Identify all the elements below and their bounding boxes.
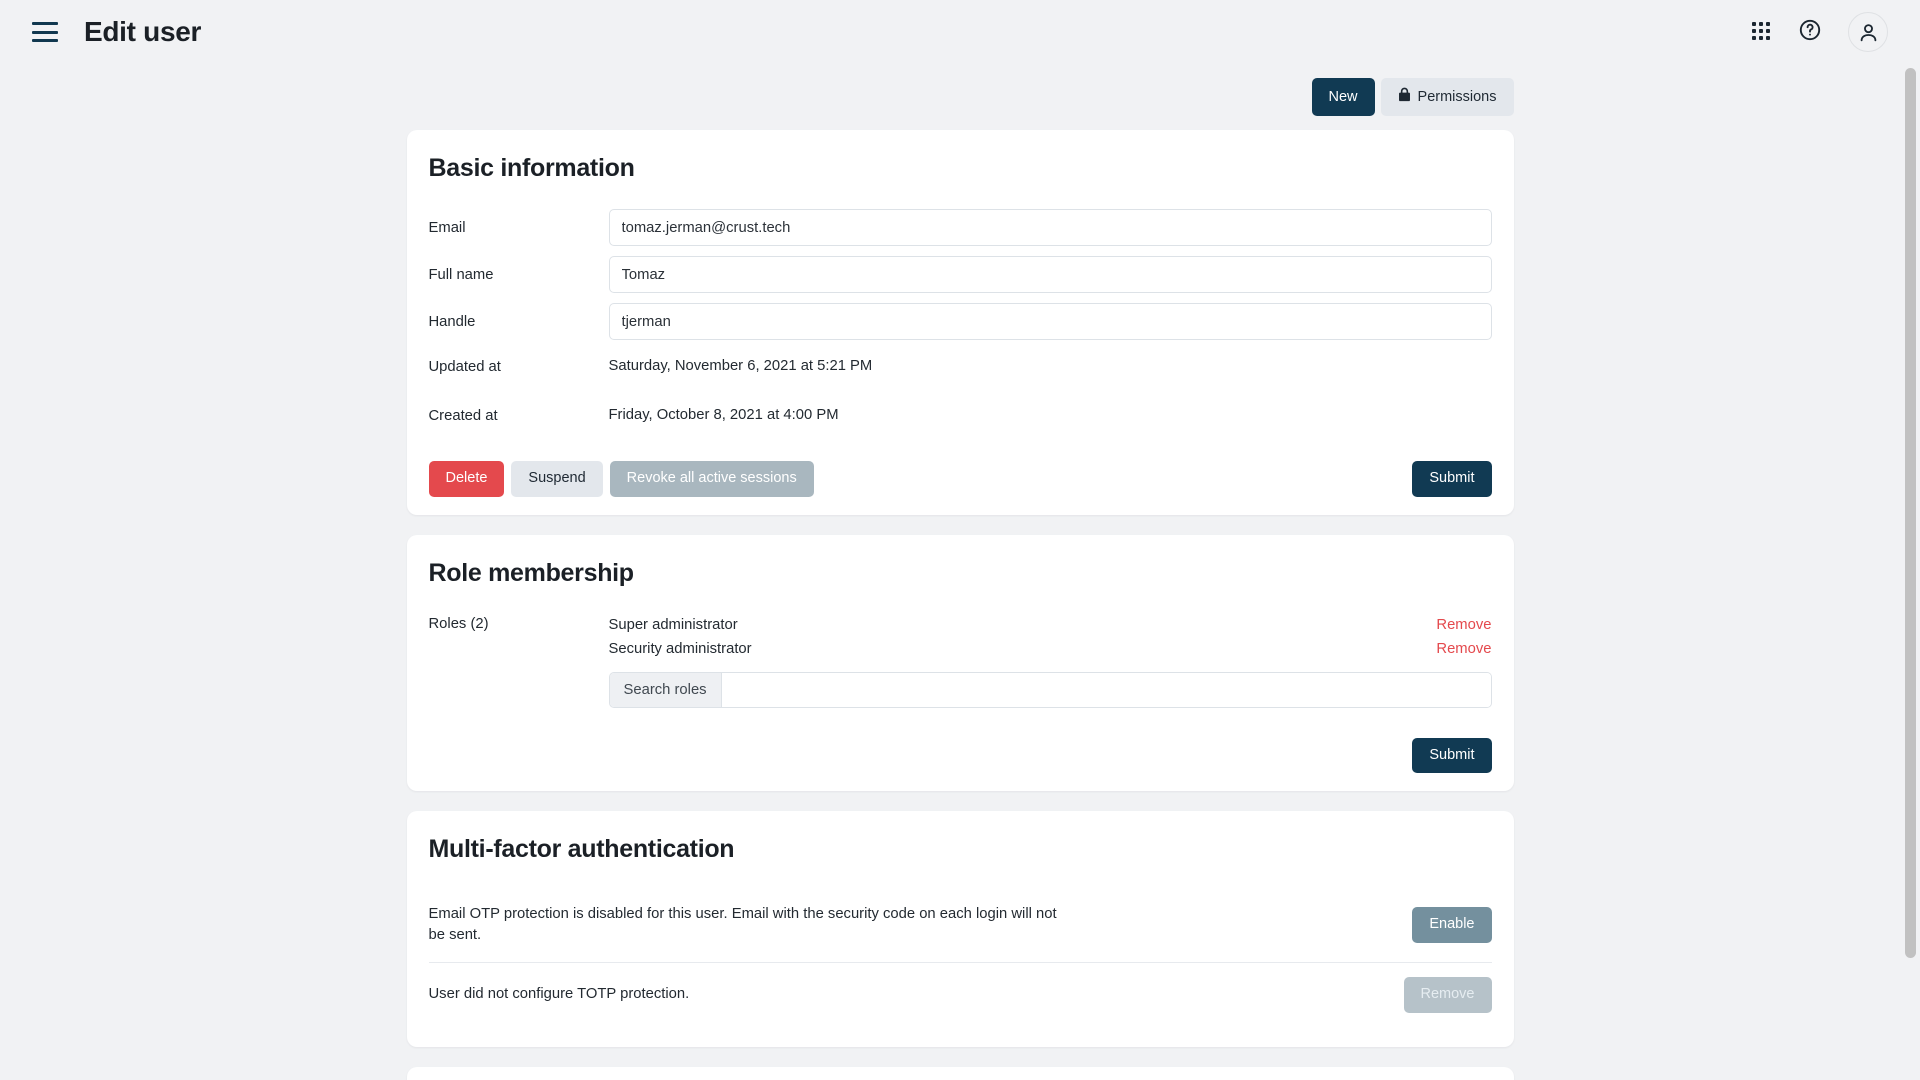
handle-row: Handle xyxy=(428,303,1492,341)
full-name-input[interactable] xyxy=(608,256,1492,294)
hamburger-icon[interactable] xyxy=(32,22,58,42)
basic-information-card: Basic information Email Full name Handle xyxy=(406,130,1514,515)
full-name-row: Full name xyxy=(428,256,1492,294)
handle-label: Handle xyxy=(428,314,476,331)
multi-factor-authentication-card: Multi-factor authentication Email OTP pr… xyxy=(406,811,1514,1047)
delete-button[interactable]: Delete xyxy=(428,461,505,497)
page-title: Edit user xyxy=(84,16,202,47)
role-membership-title: Role membership xyxy=(428,558,635,587)
basic-information-footer: Delete Suspend Revoke all active session… xyxy=(428,461,1492,497)
role-name: Security administrator xyxy=(608,640,752,657)
search-roles-input[interactable] xyxy=(721,672,1491,707)
updated-at-label: Updated at xyxy=(428,358,501,375)
list-item: Security administrator Remove xyxy=(609,638,1492,662)
email-label: Email xyxy=(428,220,466,237)
password-card: Password xyxy=(406,1066,1514,1080)
role-membership-card: Role membership Roles (2) Super administ… xyxy=(406,534,1514,792)
created-at-row: Created at Friday, October 8, 2021 at 4:… xyxy=(429,399,1492,431)
apps-grid-icon[interactable] xyxy=(1752,22,1772,42)
revoke-sessions-button[interactable]: Revoke all active sessions xyxy=(609,461,814,497)
created-at-label: Created at xyxy=(428,407,498,424)
top-action-bar: New Permissions xyxy=(407,78,1514,117)
basic-information-submit-button[interactable]: Submit xyxy=(1412,461,1492,497)
remove-totp-button[interactable]: Remove xyxy=(1403,977,1492,1013)
page-content: New Permissions Basic information Email xyxy=(406,64,1514,1080)
lock-icon xyxy=(1398,87,1411,107)
totp-text: User did not configure TOTP protection. xyxy=(428,986,690,1003)
totp-row: User did not configure TOTP protection. … xyxy=(428,962,1492,1028)
role-name: Super administrator xyxy=(608,616,738,633)
enable-email-otp-button[interactable]: Enable xyxy=(1412,907,1492,943)
search-roles-label: Search roles xyxy=(609,672,722,707)
remove-role-link[interactable]: Remove xyxy=(1436,617,1491,633)
email-otp-text: Email OTP protection is disabled for thi… xyxy=(428,906,1057,944)
mfa-title: Multi-factor authentication xyxy=(428,835,735,864)
list-item: Super administrator Remove xyxy=(609,614,1492,638)
vertical-scrollbar[interactable] xyxy=(1905,64,1916,1080)
email-row: Email xyxy=(428,209,1492,247)
user-avatar-icon[interactable] xyxy=(1848,12,1888,52)
roles-list: Super administrator Remove Security admi… xyxy=(608,614,1492,708)
new-button[interactable]: New xyxy=(1311,78,1375,117)
email-input[interactable] xyxy=(608,209,1492,247)
scrollbar-thumb[interactable] xyxy=(1905,68,1916,958)
created-at-value: Friday, October 8, 2021 at 4:00 PM xyxy=(608,407,839,424)
roles-count-label: Roles (2) xyxy=(428,615,489,632)
header-actions xyxy=(1752,12,1894,52)
email-otp-row: Email OTP protection is disabled for thi… xyxy=(429,890,1492,962)
suspend-button[interactable]: Suspend xyxy=(511,461,603,497)
updated-at-value: Saturday, November 6, 2021 at 5:21 PM xyxy=(608,358,873,375)
basic-information-title: Basic information xyxy=(428,154,635,183)
app-header: Edit user xyxy=(0,0,1920,64)
permissions-button[interactable]: Permissions xyxy=(1380,78,1514,117)
full-name-label: Full name xyxy=(428,267,494,284)
search-roles-group: Search roles xyxy=(608,671,1492,708)
role-membership-footer: Submit xyxy=(429,737,1492,774)
handle-input[interactable] xyxy=(608,303,1492,341)
page-scroll-area: New Permissions Basic information Email xyxy=(0,64,1920,1080)
role-membership-submit-button[interactable]: Submit xyxy=(1412,737,1492,774)
remove-role-link[interactable]: Remove xyxy=(1436,641,1491,657)
roles-block: Roles (2) Super administrator Remove Sec… xyxy=(429,614,1492,708)
updated-at-row: Updated at Saturday, November 6, 2021 at… xyxy=(429,350,1492,382)
help-circle-icon[interactable] xyxy=(1798,18,1822,47)
permissions-button-label: Permissions xyxy=(1417,88,1497,105)
